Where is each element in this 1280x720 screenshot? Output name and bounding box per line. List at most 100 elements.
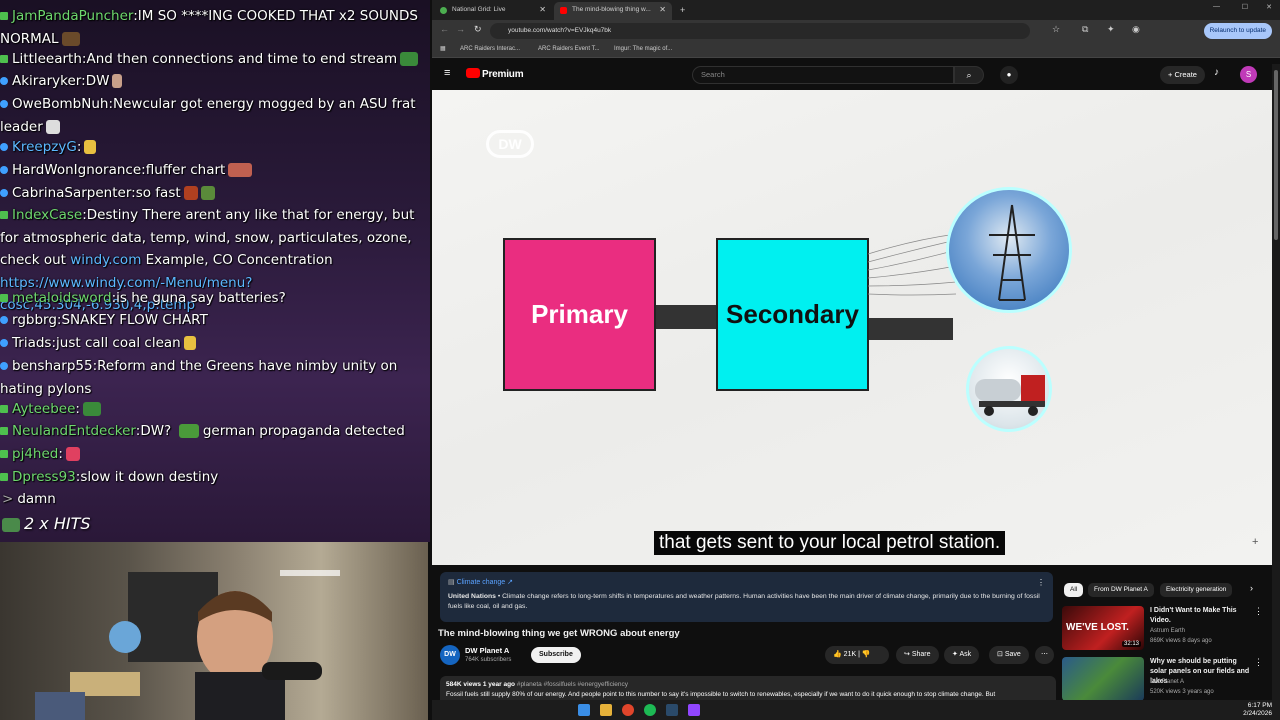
menu-icon[interactable]: ≡ (444, 67, 450, 79)
mic-button[interactable]: ● (1000, 66, 1018, 84)
rec-meta: 869K views 8 days ago (1150, 638, 1212, 644)
chat-message: KreepzyG: (0, 136, 428, 159)
more-icon: ⋯ (1041, 651, 1048, 658)
star-icon[interactable]: ☆ (1052, 24, 1060, 35)
sub-badge-icon (0, 339, 8, 347)
more-actions-button[interactable]: ⋯ (1035, 646, 1054, 664)
profile-icon[interactable]: ◉ (1132, 24, 1140, 35)
chevron-right-icon[interactable]: › (1250, 583, 1253, 593)
more-icon[interactable]: ⋮ (1254, 606, 1263, 617)
chip-all[interactable]: All (1064, 583, 1084, 597)
close-icon[interactable]: ✕ (539, 2, 546, 18)
chip-from-channel[interactable]: From DW Planet A (1088, 583, 1154, 597)
ask-button[interactable]: ✦ Ask (944, 646, 980, 664)
subscribe-button[interactable]: Subscribe (531, 647, 581, 663)
youtube-logo[interactable]: Premium (466, 68, 524, 80)
emote-icon (2, 517, 20, 532)
tab-national-grid[interactable]: National Grid: Live ✕ (434, 2, 552, 20)
relaunch-label: Relaunch to update (1209, 27, 1266, 34)
tab-youtube[interactable]: The mind-blowing thing w... ✕ (554, 2, 672, 20)
new-tab-button[interactable]: + (676, 2, 692, 20)
system-clock[interactable]: 6:17 PM 2/24/2026 (1243, 702, 1272, 718)
hits-counter: 2 x HITS (2, 514, 91, 533)
bookmark-item[interactable]: ARC Raiders Interac... (460, 42, 520, 57)
relaunch-button[interactable]: Relaunch to update (1203, 23, 1272, 39)
emote-icon (228, 163, 253, 177)
chat-message: CabrinaSarpenter:so fast (0, 182, 428, 205)
subscriber-count: 764K subscribers (465, 657, 512, 663)
emote-icon (178, 424, 199, 438)
share-button[interactable]: ↪ Share (896, 646, 939, 664)
emote-icon (45, 119, 60, 134)
search-input[interactable]: Search (692, 66, 954, 84)
chat-message: HardWonIgnorance:fluffer chart (0, 159, 428, 182)
emote-icon (183, 186, 198, 200)
more-icon[interactable]: ⋮ (1254, 657, 1263, 668)
sub-badge-icon (0, 473, 8, 481)
fullscreen-icon[interactable]: + (1252, 536, 1258, 548)
duration-badge: 32:13 (1121, 641, 1141, 647)
youtube-header: ≡ Premium Search ⌕ ● + Create ♪ S (432, 60, 1280, 90)
globe-icon (440, 7, 447, 14)
chip-electricity[interactable]: Electricity generation (1160, 583, 1233, 597)
obs-icon[interactable] (688, 704, 700, 716)
rec-channel[interactable]: Astrum Earth (1150, 628, 1185, 634)
video-player[interactable]: DW Primary Secondary that gets sent to y… (432, 90, 1272, 565)
spotify-icon[interactable] (644, 704, 656, 716)
sub-badge-icon (0, 316, 8, 324)
minimize-icon[interactable]: — (1213, 3, 1220, 10)
channel-name[interactable]: DW Planet A (465, 646, 509, 655)
dw-watermark: DW (486, 130, 534, 158)
chrome-icon[interactable] (622, 704, 634, 716)
sub-badge-icon (0, 55, 8, 63)
more-icon[interactable]: ⋮ (1037, 578, 1045, 587)
reload-icon[interactable]: ↻ (474, 24, 482, 35)
recommended-video[interactable]: WE'VE LOST. 32:13 I Didn't Want to Make … (1062, 606, 1263, 652)
bookmark-item[interactable]: Imgur: The magic of... (614, 42, 672, 57)
back-icon[interactable]: ← (440, 24, 449, 34)
emote-icon (112, 74, 123, 88)
puzzle-icon[interactable]: ✦ (1107, 24, 1115, 35)
recommended-video[interactable]: Why we should be putting solar panels on… (1062, 657, 1263, 701)
chat-text: DW? (140, 423, 172, 439)
video-title: The mind-blowing thing we get WRONG abou… (438, 628, 680, 639)
info-text: United Nations • Climate change refers t… (448, 593, 1040, 610)
chat-username: HardWonIgnorance (12, 162, 142, 178)
video-thumbnail[interactable] (1062, 657, 1144, 701)
info-source: United Nations (448, 593, 496, 600)
forward-icon[interactable]: → (456, 24, 465, 34)
url-field[interactable]: youtube.com/watch?v=EVJkq4u7bk (490, 23, 1030, 39)
folder-icon[interactable] (600, 704, 612, 716)
secondary-box: Secondary (716, 238, 869, 391)
chat-text: Example, CO Concentration (145, 252, 333, 268)
scrollbar-thumb[interactable] (1274, 70, 1278, 240)
bell-icon[interactable]: ♪ (1214, 67, 1219, 78)
apps-icon[interactable]: ▦ (440, 42, 446, 57)
chat-username: JamPandaPuncher (12, 8, 134, 24)
chat-username: Triads (12, 335, 52, 351)
save-button[interactable]: ⊡ Save (989, 646, 1029, 664)
hashtags[interactable]: #planeta #fossilfuels #energyefficiency (517, 681, 628, 688)
chat-link[interactable]: windy.com (70, 252, 141, 268)
logo-label: Premium (482, 69, 524, 80)
sub-badge-icon (0, 427, 8, 435)
search-button[interactable]: ⌕ (954, 66, 984, 84)
pylon-image (946, 187, 1072, 313)
like-dislike-buttons[interactable]: 👍 21K | 👎 (825, 646, 889, 664)
chat-username: KreepzyG (12, 139, 77, 155)
window-close-icon[interactable]: ✕ (1266, 3, 1272, 11)
close-icon[interactable]: ✕ (659, 2, 666, 18)
channel-avatar[interactable]: DW (440, 645, 460, 665)
windows-start-icon[interactable] (578, 704, 590, 716)
steam-icon[interactable] (666, 704, 678, 716)
avatar[interactable]: S (1240, 66, 1257, 83)
rec-channel[interactable]: DW Planet A (1150, 679, 1184, 685)
video-thumbnail[interactable]: WE'VE LOST. 32:13 (1062, 606, 1144, 650)
rec-title[interactable]: I Didn't Want to Make This Video. (1150, 606, 1250, 626)
info-heading[interactable]: ▤ Climate change ↗ (448, 578, 513, 586)
bookmark-item[interactable]: ARC Raiders Event T... (538, 42, 600, 57)
maximize-icon[interactable]: ☐ (1242, 3, 1248, 11)
create-button[interactable]: + Create (1160, 66, 1205, 84)
tab-bar: National Grid: Live ✕ The mind-blowing th… (432, 0, 1280, 20)
extension-icon[interactable]: ⧉ (1082, 24, 1088, 35)
